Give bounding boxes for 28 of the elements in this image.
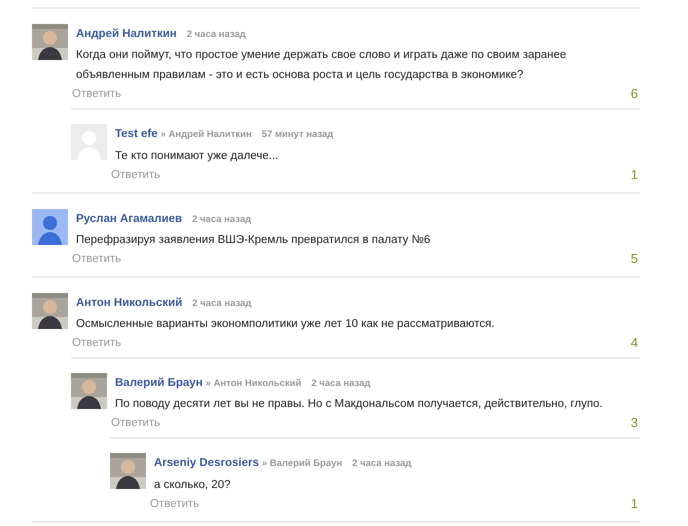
comment-text: Те кто понимают уже далече... <box>115 148 280 164</box>
vote-count: 5 <box>630 250 638 268</box>
author-name[interactable]: Антон Никольский <box>76 296 182 309</box>
timestamp: 2 часа назад <box>186 29 246 40</box>
author-name[interactable]: Валерий Браун <box>115 377 203 389</box>
timestamp: 2 часа назад <box>192 214 252 224</box>
vote-count: 3 <box>630 414 638 432</box>
author-name[interactable]: Руслан Агамалиев <box>76 212 182 224</box>
comment-text: Осмысленные варианты экономполитики уже лет 10 как не рассматриваются. <box>76 317 496 332</box>
avatar-icon <box>32 208 68 244</box>
vote-count: 6 <box>630 85 638 104</box>
comment-text: По поводу десяти лет вы не правы. Но с Макдональсом получается, действительно, глупо. <box>115 397 604 412</box>
timestamp: 2 часа назад <box>311 378 370 389</box>
timestamp: 2 часа назад <box>352 458 412 470</box>
comment-text: Когда они поймут, что простое умение держать свое слово и играть даже по своим заранее объявленным правилам - это и есть основа роста и цель государства в экономике? <box>76 48 568 84</box>
timestamp: 57 минут назад <box>262 129 334 140</box>
vote-count: 1 <box>630 166 638 184</box>
comment-text: Перефразируя заявления ВШЭ-Кремль превратился в палату №6 <box>76 232 432 248</box>
comment-text: а сколько, 20? <box>154 478 232 492</box>
author-name[interactable]: Андрей Налиткин <box>76 28 177 40</box>
vote-count: 4 <box>630 334 638 352</box>
vote-count: 1 <box>630 494 638 512</box>
timestamp: 2 часа назад <box>192 298 252 309</box>
author-name[interactable]: Arseniy Desrosiers <box>154 457 259 470</box>
reply-to-name: » Андрей Налиткин <box>160 129 252 140</box>
reply-to-name: » Антон Никольский <box>206 378 302 389</box>
author-name[interactable]: Test efe <box>115 128 158 140</box>
reply-to-name: » Валерий Браун <box>262 458 342 470</box>
